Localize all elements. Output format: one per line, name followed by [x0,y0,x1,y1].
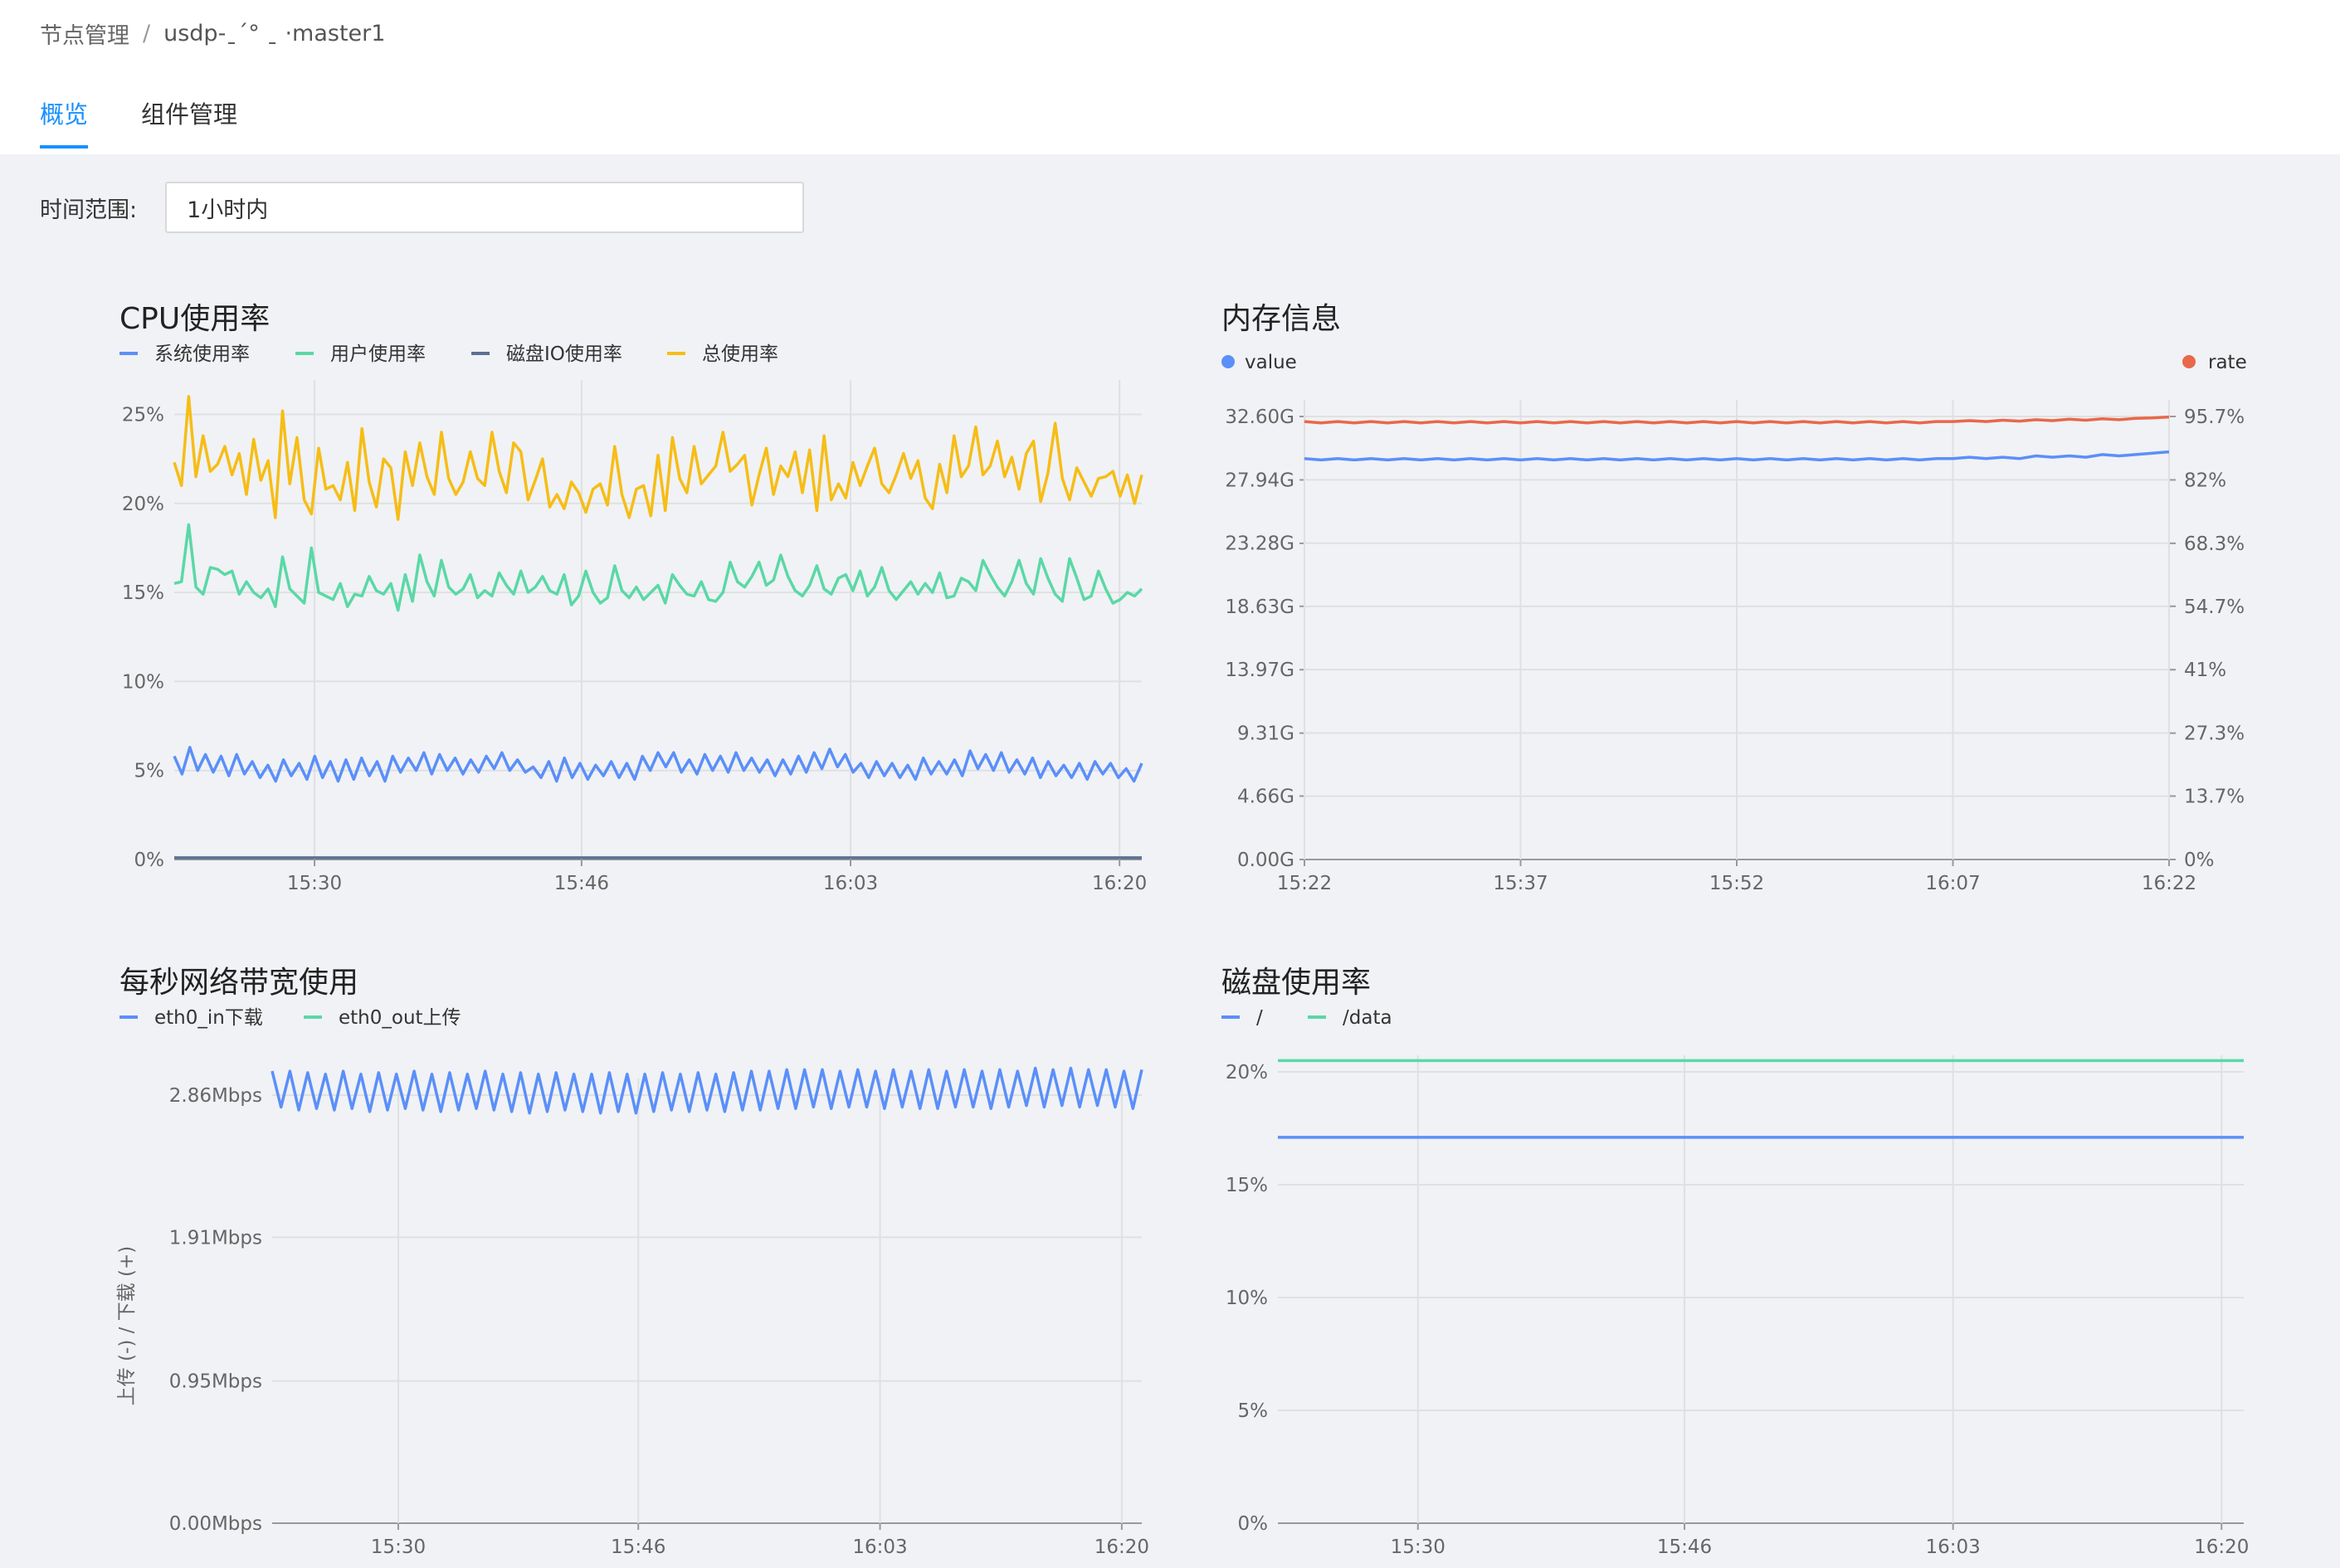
y2-tick-label: 41% [2184,660,2226,681]
network-chart-svg: 每秒网络带宽使用 eth0_in下载 eth0_out上传 0.00Mbps 0.95M… [116,966,1149,1558]
time-range-filter: 时间范围: 1小时内 [40,181,805,234]
y-tick-label: 0.00G [1237,850,1294,871]
y2-tick-label: 82% [2184,470,2226,491]
x-tick-label: 16:03 [852,1536,907,1558]
y-tick-label: 18.63G [1225,597,1294,618]
y-tick-label: 13.97G [1225,660,1294,681]
y-tick-label: 0% [1238,1513,1269,1535]
legend-label-2: 磁盘IO使用率 [506,343,622,365]
y-tick-label: 20% [1226,1062,1268,1083]
time-range-value: 1小时内 [187,197,269,223]
y-tick-label: 0% [134,850,165,871]
x-tick-label: 16:20 [1092,873,1147,894]
x-tick-label: 16:20 [1094,1536,1149,1558]
memory-info-chart: 内存信息 value rate 0.00G 4.66G 9.31G 13.97G 18.63G… [1218,299,2272,896]
y-tick-label: 10% [1226,1288,1268,1309]
memory-chart-title: 内存信息 [1221,302,1341,336]
page-header: 节点管理 / usdp-ˍ´° ˍ ·master1 概览 组件管理 [0,0,2340,154]
y2-tick-label: 27.3% [2184,723,2245,745]
x-tick-label: 16:22 [2142,873,2196,894]
x-tick-label: 15:46 [1657,1536,1712,1558]
legend-label-1: 用户使用率 [330,343,426,365]
x-tick-label: 16:07 [1925,873,1980,894]
network-chart-title: 每秒网络带宽使用 [119,966,358,1000]
y2-tick-label: 0% [2184,850,2215,871]
y-tick-label: 5% [1238,1400,1269,1422]
y-tick-label: 23.28G [1225,533,1294,555]
breadcrumb-separator: / [143,20,151,46]
legend-label-1: /data [1343,1007,1392,1029]
disk-usage-chart: 磁盘使用率 / /data 0% 5% 10% 15% 20% 15:30 15:46 16:03 1… [1218,962,2272,1568]
legend-label-value: value [1245,352,1297,373]
breadcrumb: 节点管理 / usdp-ˍ´° ˍ ·master1 [40,17,385,50]
network-series-line-0 [271,1066,1143,1115]
x-tick-label: 15:46 [611,1536,665,1558]
y-tick-label: 0.00Mbps [169,1513,262,1535]
breadcrumb-parent-link[interactable]: 节点管理 [40,17,129,50]
y-axis-label: 上传 (-) / 下载 (+) [116,1246,138,1405]
x-tick-label: 15:30 [287,873,342,894]
y-tick-label: 1.91Mbps [169,1227,262,1249]
x-tick-label: 15:30 [1391,1536,1445,1558]
x-tick-label: 15:37 [1493,873,1548,894]
network-bandwidth-chart: 每秒网络带宽使用 eth0_in下载 eth0_out上传 0.00Mbps 0.95M… [116,962,1153,1568]
time-range-label: 时间范围: [40,197,138,223]
tab-bar: 概览 组件管理 [40,95,290,149]
tab-overview[interactable]: 概览 [40,95,89,149]
time-range-select[interactable]: 1小时内 [165,182,805,233]
y-tick-label: 10% [122,671,164,693]
x-tick-label: 16:20 [2194,1536,2249,1558]
legend-label-0: / [1256,1007,1263,1029]
y2-tick-label: 54.7% [2184,597,2245,618]
legend-marker-rate [2182,355,2196,368]
breadcrumb-current: usdp-ˍ´° ˍ ·master1 [163,20,386,46]
x-tick-label: 16:03 [823,873,878,894]
cpu-chart-title: CPU使用率 [119,302,270,336]
y-tick-label: 32.60G [1225,407,1294,428]
disk-chart-title: 磁盘使用率 [1221,966,1371,1000]
y-tick-label: 5% [134,761,165,782]
y2-tick-label: 68.3% [2184,533,2245,555]
disk-chart-svg: 磁盘使用率 / /data 0% 5% 10% 15% 20% 15:30 15:46 16:03 1… [1221,966,2249,1558]
y-tick-label: 15% [1226,1175,1268,1196]
legend-label-0: eth0_in下载 [154,1007,263,1029]
x-tick-label: 15:52 [1709,873,1764,894]
y2-tick-label: 95.7% [2184,407,2245,428]
x-tick-label: 15:46 [554,873,609,894]
y-tick-label: 4.66G [1237,786,1294,808]
x-tick-label: 15:30 [371,1536,426,1558]
tab-component-management[interactable]: 组件管理 [141,95,237,149]
cpu-series-line-1 [173,523,1143,612]
y-tick-label: 25% [122,404,164,426]
x-tick-label: 15:22 [1277,873,1332,894]
legend-label-rate: rate [2208,352,2247,373]
legend-marker-value [1221,355,1235,368]
y-tick-label: 27.94G [1225,470,1294,491]
y-tick-label: 15% [122,582,164,604]
x-tick-label: 16:03 [1925,1536,1980,1558]
memory-chart-svg: 内存信息 value rate 0.00G 4.66G 9.31G 13.97G 18.63G… [1221,302,2247,894]
cpu-chart-svg: CPU使用率系统使用率 用户使用率 磁盘IO使用率 总使用率 0% 5% 10% 15% 20%… [119,302,1147,894]
y-tick-label: 9.31G [1237,723,1294,744]
legend-label-1: eth0_out上传 [339,1007,461,1029]
cpu-usage-chart: CPU使用率系统使用率 用户使用率 磁盘IO使用率 总使用率 0% 5% 10% 15% 20%… [116,299,1153,896]
y-tick-label: 20% [122,494,164,515]
y-tick-label: 2.86Mbps [169,1085,262,1107]
y2-tick-label: 13.7% [2184,786,2245,808]
cpu-series-line-0 [173,746,1143,783]
legend-label-0: 系统使用率 [154,343,250,365]
legend-label-3: 总使用率 [702,343,778,365]
y-tick-label: 0.95Mbps [169,1371,262,1393]
